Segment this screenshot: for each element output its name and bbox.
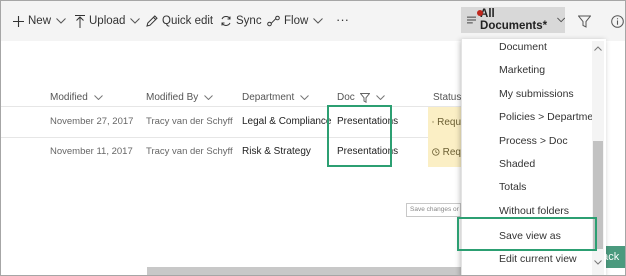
filter-icon bbox=[578, 15, 591, 28]
chevron-down-icon[interactable] bbox=[593, 257, 603, 267]
modified-cell: November 27, 2017 bbox=[50, 116, 134, 127]
status-cell: Req bbox=[428, 137, 461, 167]
sync-button[interactable]: Sync bbox=[220, 13, 262, 29]
view-menu-item[interactable]: Marketing bbox=[462, 60, 592, 80]
status-label: Requ bbox=[437, 116, 461, 128]
more-button[interactable]: ··· bbox=[336, 11, 349, 27]
upload-button[interactable]: Upload bbox=[75, 13, 141, 29]
save-view-as-highlight bbox=[457, 217, 597, 251]
flow-button[interactable]: Flow bbox=[267, 13, 324, 29]
edit-current-view-item[interactable]: Edit current view bbox=[462, 249, 592, 269]
chevron-down-icon bbox=[130, 18, 141, 24]
chevron-down-icon bbox=[556, 17, 565, 23]
column-header-modified-by[interactable]: Modified By bbox=[146, 92, 214, 103]
doc-column-highlight bbox=[327, 105, 392, 167]
flow-icon bbox=[267, 15, 280, 27]
chevron-down-icon bbox=[56, 18, 66, 24]
status-label: Req bbox=[442, 146, 461, 158]
sync-icon bbox=[221, 16, 231, 26]
department-cell: Legal & Compliance bbox=[242, 116, 332, 127]
column-header-label: Modified By bbox=[146, 92, 199, 103]
column-header-label: Doc bbox=[337, 92, 355, 103]
column-header-status[interactable]: Status bbox=[433, 92, 461, 103]
upload-label: Upload bbox=[89, 15, 126, 27]
command-bar: New Upload Quick edit Sync Flow ··· All bbox=[1, 1, 625, 41]
column-header-doc[interactable]: Doc bbox=[337, 92, 385, 103]
column-header-label: Department bbox=[242, 92, 295, 103]
document-library-window: New Upload Quick edit Sync Flow ··· All bbox=[0, 0, 626, 276]
horizontal-scrollbar[interactable] bbox=[147, 267, 461, 275]
chevron-down-icon bbox=[93, 95, 103, 100]
notification-dot bbox=[477, 10, 483, 16]
sync-label: Sync bbox=[236, 15, 262, 27]
header-divider bbox=[1, 106, 461, 107]
filter-icon bbox=[359, 92, 370, 103]
flow-label: Flow bbox=[284, 15, 309, 27]
view-selector[interactable]: All Documents* bbox=[461, 7, 565, 33]
modified-by-cell: Tracy van der Schyff bbox=[146, 116, 233, 127]
view-menu-item[interactable]: Process > Doc bbox=[462, 131, 592, 151]
chevron-down-icon bbox=[313, 18, 324, 24]
row-divider bbox=[1, 137, 461, 138]
column-header-label: Status bbox=[433, 92, 462, 103]
view-menu-item[interactable]: Document bbox=[462, 39, 592, 57]
new-label: New bbox=[28, 15, 52, 27]
upload-arrow-icon bbox=[75, 14, 85, 28]
clock-icon bbox=[432, 148, 440, 156]
chevron-down-icon bbox=[204, 95, 214, 100]
new-button[interactable]: New bbox=[13, 13, 66, 29]
chevron-up-icon[interactable] bbox=[593, 43, 603, 53]
view-menu-item[interactable]: Totals bbox=[462, 177, 592, 197]
column-header-label: Modified bbox=[50, 92, 88, 103]
more-label: ··· bbox=[336, 11, 349, 27]
status-cell: Requ bbox=[428, 107, 461, 137]
department-cell: Risk & Strategy bbox=[242, 146, 311, 157]
filter-button[interactable] bbox=[578, 13, 591, 29]
info-button[interactable] bbox=[611, 13, 624, 29]
column-header-department[interactable]: Department bbox=[242, 92, 310, 103]
plus-icon bbox=[13, 15, 24, 27]
clock-icon bbox=[432, 120, 435, 124]
quick-edit-button[interactable]: Quick edit bbox=[146, 13, 213, 29]
view-menu-item[interactable]: Shaded bbox=[462, 154, 592, 174]
modified-cell: November 11, 2017 bbox=[50, 146, 133, 157]
view-list-icon bbox=[467, 16, 477, 24]
view-selector-label: All Documents* bbox=[480, 8, 548, 32]
chevron-down-icon bbox=[375, 95, 385, 100]
quick-edit-label: Quick edit bbox=[162, 15, 214, 27]
chevron-down-icon bbox=[300, 95, 310, 100]
pencil-icon bbox=[146, 15, 158, 27]
view-menu-item[interactable]: Policies > Department bbox=[462, 107, 592, 127]
modified-by-cell: Tracy van der Schyff bbox=[146, 146, 233, 157]
save-view-tooltip: Save changes or create a new view bbox=[406, 203, 461, 217]
column-header-modified[interactable]: Modified bbox=[50, 92, 103, 103]
info-icon bbox=[611, 14, 624, 28]
view-menu-item[interactable]: My submissions bbox=[462, 84, 592, 104]
